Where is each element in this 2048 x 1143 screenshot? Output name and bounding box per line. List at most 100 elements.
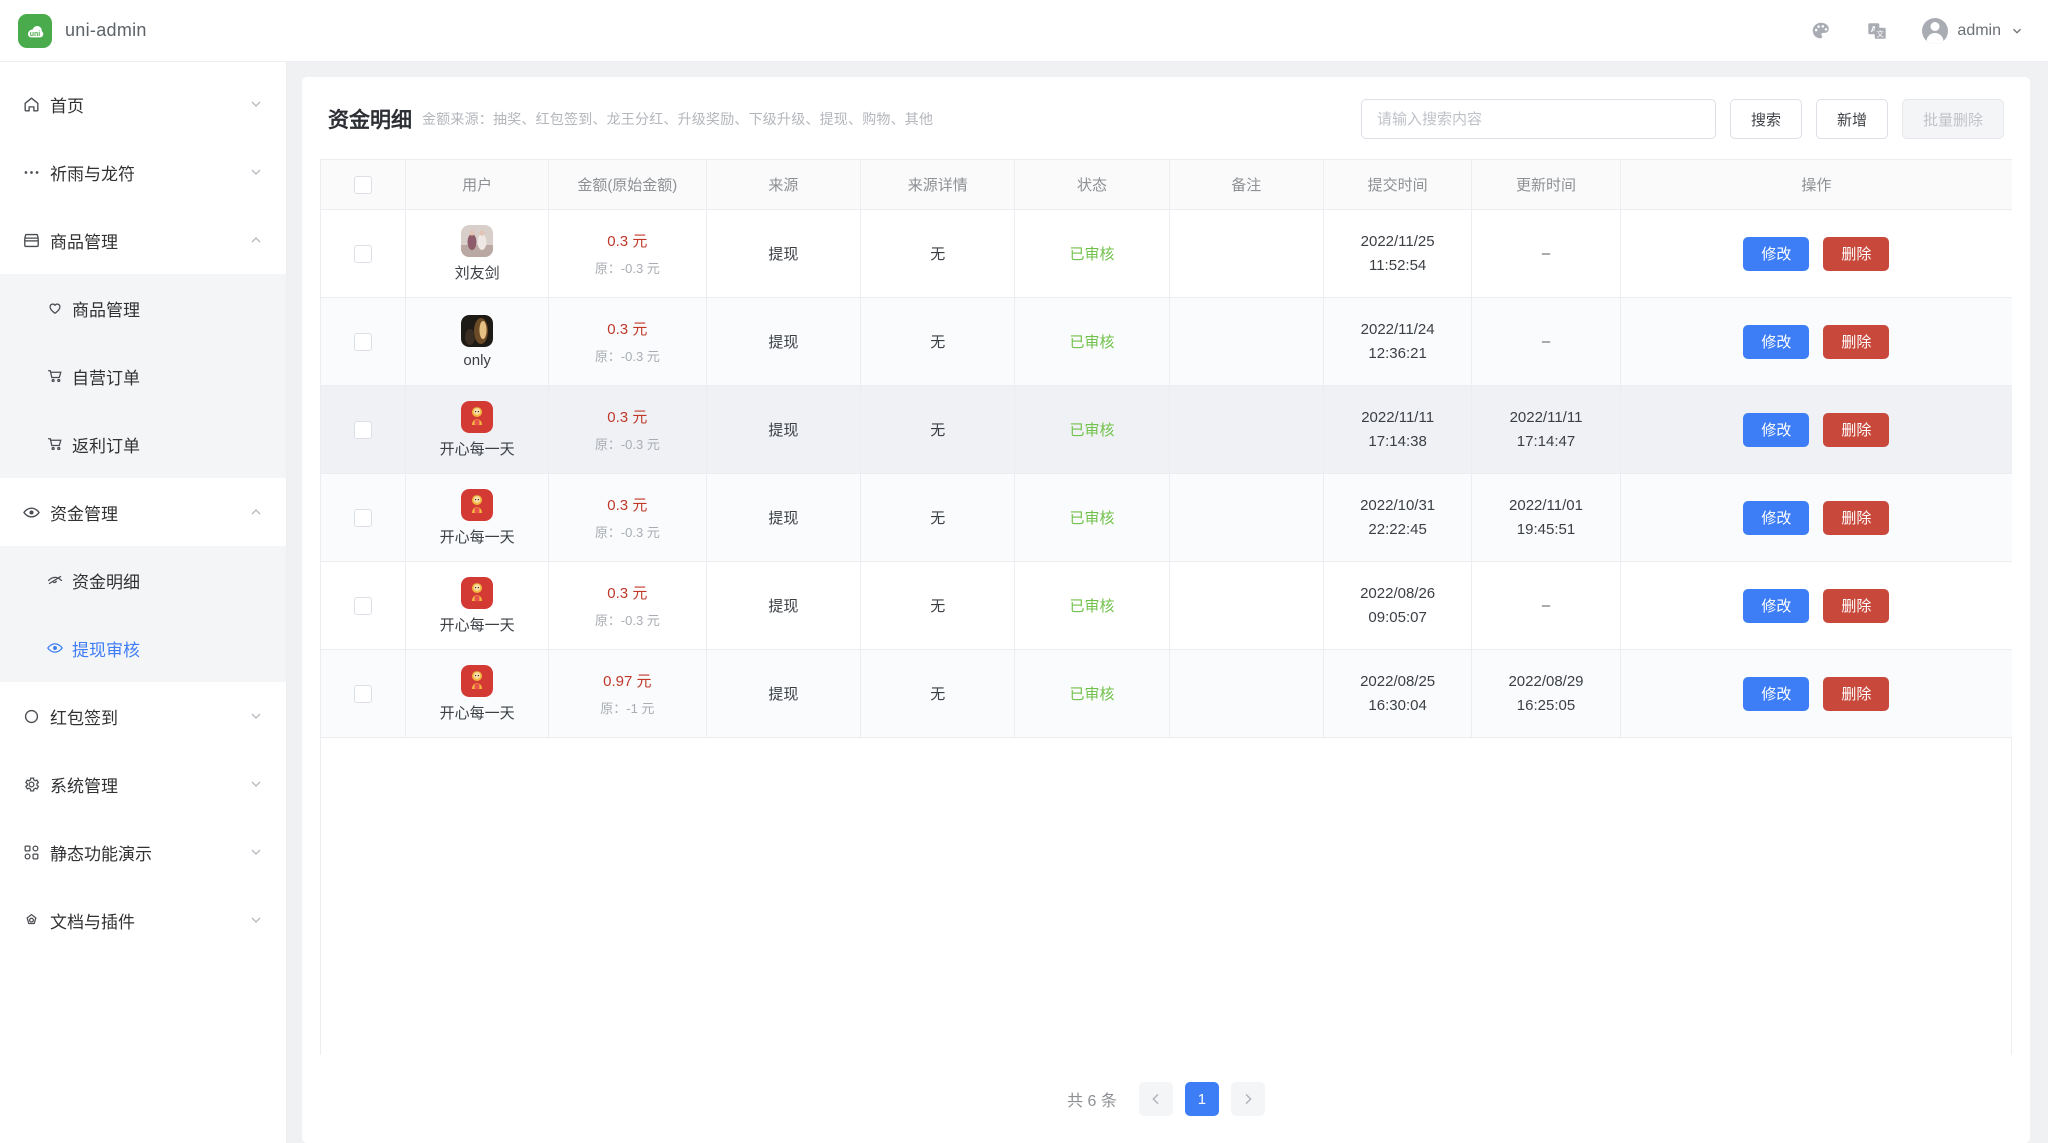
sidebar-item-goods[interactable]: 商品管理 xyxy=(0,206,286,274)
heart-icon xyxy=(46,299,72,317)
chevron-down-icon xyxy=(248,776,264,792)
table-row[interactable]: 开心每一天 0.3 元原：-0.3 元提现无已审核 2022/10/31 22:22:… xyxy=(319,473,2012,562)
sidebar-item-goods-manage[interactable]: 商品管理 xyxy=(0,274,286,342)
edit-button[interactable]: 修改 xyxy=(1743,500,1810,535)
remark-cell xyxy=(1169,561,1324,650)
edit-button[interactable]: 修改 xyxy=(1743,324,1810,359)
user-cell: 开心每一天 xyxy=(405,385,549,474)
source-cell: 提现 xyxy=(706,385,862,474)
submit-time-value: 2022/11/24 12:36:21 xyxy=(1360,321,1435,362)
status-badge: 已审核 xyxy=(1069,246,1115,263)
row-checkbox[interactable] xyxy=(354,420,373,439)
delete-button[interactable]: 删除 xyxy=(1823,412,1890,447)
source-detail-cell: 无 xyxy=(860,561,1016,650)
sidebar-label: 返利订单 xyxy=(72,436,140,456)
app-root: uni uni-admin A 文 admin 首页 祈雨与龙符 商品管理 商品… xyxy=(0,0,2048,1143)
prev-page-button[interactable] xyxy=(1138,1082,1173,1116)
update-time-empty: – xyxy=(1541,245,1551,262)
amount-value: 0.97 元 xyxy=(603,673,652,690)
submit-time-value: 2022/08/25 16:30:04 xyxy=(1360,673,1436,714)
sidebar-label: 商品管理 xyxy=(50,232,118,252)
update-time-cell: – xyxy=(1471,561,1621,650)
user-name: admin xyxy=(1957,21,2001,39)
sidebar-item-docs-plugins[interactable]: 文档与插件 xyxy=(0,886,286,954)
row-checkbox[interactable] xyxy=(354,596,373,615)
chevron-down-icon xyxy=(248,844,264,860)
status-badge: 已审核 xyxy=(1069,334,1115,351)
row-checkbox[interactable] xyxy=(354,508,373,527)
status-cell: 已审核 xyxy=(1014,473,1170,562)
table-row[interactable]: 刘友剑 0.3 元原：-0.3 元提现无已审核 2022/11/25 11:52:54… xyxy=(319,209,2012,298)
source-detail-cell: 无 xyxy=(860,385,1016,474)
amount-cell: 0.3 元原：-0.3 元 xyxy=(548,385,707,474)
sidebar-item-redpacket[interactable]: 红包签到 xyxy=(0,682,286,750)
sidebar-label: 首页 xyxy=(50,96,84,116)
row-select-cell xyxy=(319,209,407,298)
user-menu[interactable]: admin xyxy=(1922,17,2024,44)
user-avatar xyxy=(461,400,494,433)
amount-value: 0.3 元 xyxy=(607,497,648,514)
delete-button[interactable]: 删除 xyxy=(1823,236,1890,271)
table-row[interactable]: 开心每一天 0.97 元原：-1 元提现无已审核 2022/08/25 16:30:0… xyxy=(319,649,2012,738)
search-input[interactable] xyxy=(1360,99,1716,139)
table-empty-area xyxy=(320,738,2012,1055)
source-detail-cell: 无 xyxy=(860,649,1016,738)
sidebar-item-system[interactable]: 系统管理 xyxy=(0,750,286,818)
sidebar-item-self-orders[interactable]: 自营订单 xyxy=(0,342,286,410)
col-amount: 金额(原始金额) xyxy=(548,159,707,210)
grid-icon xyxy=(22,843,48,862)
sidebar-item-funds[interactable]: 资金管理 xyxy=(0,478,286,546)
sidebar-item-home[interactable]: 首页 xyxy=(0,70,286,138)
update-time-empty: – xyxy=(1541,597,1551,614)
delete-button[interactable]: 删除 xyxy=(1823,676,1890,711)
sidebar-item-withdraw-audit[interactable]: 提现审核 xyxy=(0,614,286,682)
search-button[interactable]: 搜索 xyxy=(1729,99,1802,139)
sidebar-label: 商品管理 xyxy=(72,300,140,320)
sidebar-item-fund-detail[interactable]: 资金明细 xyxy=(0,546,286,614)
col-submit-time: 提交时间 xyxy=(1323,159,1473,210)
row-checkbox[interactable] xyxy=(354,244,373,263)
original-amount-value: 原：-0.3 元 xyxy=(594,525,660,540)
edit-button[interactable]: 修改 xyxy=(1743,588,1810,623)
status-cell: 已审核 xyxy=(1014,561,1170,650)
select-all-checkbox[interactable] xyxy=(354,175,373,194)
table-row[interactable]: 开心每一天 0.3 元原：-0.3 元提现无已审核 2022/11/11 17:14:… xyxy=(319,385,2012,474)
table-row[interactable]: only 0.3 元原：-0.3 元提现无已审核 2022/11/24 12:36:2… xyxy=(319,297,2012,386)
sidebar-item-static-demo[interactable]: 静态功能演示 xyxy=(0,818,286,886)
edit-button[interactable]: 修改 xyxy=(1743,236,1810,271)
update-time-cell: 2022/11/11 17:14:47 xyxy=(1471,385,1621,474)
next-page-button[interactable] xyxy=(1230,1082,1265,1116)
edit-button[interactable]: 修改 xyxy=(1743,412,1810,447)
submit-time-value: 2022/10/31 22:22:45 xyxy=(1360,497,1436,538)
col-update-time: 更新时间 xyxy=(1471,159,1621,210)
status-cell: 已审核 xyxy=(1014,297,1170,386)
chevron-right-icon xyxy=(1245,1093,1252,1105)
home-icon xyxy=(22,95,48,114)
eye-icon xyxy=(22,503,48,522)
table-row[interactable]: 开心每一天 0.3 元原：-0.3 元提现无已审核 2022/08/26 09:05:… xyxy=(319,561,2012,650)
row-select-cell xyxy=(319,473,407,562)
header-row: 用户 金额(原始金额) 来源 来源详情 状态 备注 提交时间 更新时间 操作 xyxy=(319,159,2012,210)
sidebar-label: 资金明细 xyxy=(72,572,140,592)
submenu-goods: 商品管理 自营订单 返利订单 xyxy=(0,274,286,478)
row-checkbox[interactable] xyxy=(354,332,373,351)
translate-icon[interactable]: A 文 xyxy=(1866,20,1888,42)
batch-delete-button[interactable]: 批量删除 xyxy=(1901,99,2004,139)
delete-button[interactable]: 删除 xyxy=(1823,588,1890,623)
brand[interactable]: uni uni-admin xyxy=(18,13,147,48)
sidebar-item-rain-dragon[interactable]: 祈雨与龙符 xyxy=(0,138,286,206)
sidebar-item-rebate-orders[interactable]: 返利订单 xyxy=(0,410,286,478)
edit-button[interactable]: 修改 xyxy=(1743,676,1810,711)
page-title: 资金明细 xyxy=(328,109,412,132)
user-cell: 开心每一天 xyxy=(405,561,549,650)
page-1-button[interactable]: 1 xyxy=(1184,1082,1219,1116)
user-cell: 开心每一天 xyxy=(405,649,549,738)
delete-button[interactable]: 删除 xyxy=(1823,500,1890,535)
palette-icon[interactable] xyxy=(1810,20,1832,42)
sidebar-label: 资金管理 xyxy=(50,504,118,524)
delete-button[interactable]: 删除 xyxy=(1823,324,1890,359)
add-button[interactable]: 新增 xyxy=(1815,99,1888,139)
remark-cell xyxy=(1169,385,1324,474)
pagination: 共 6 条 1 xyxy=(302,1055,2030,1143)
row-checkbox[interactable] xyxy=(354,684,373,703)
